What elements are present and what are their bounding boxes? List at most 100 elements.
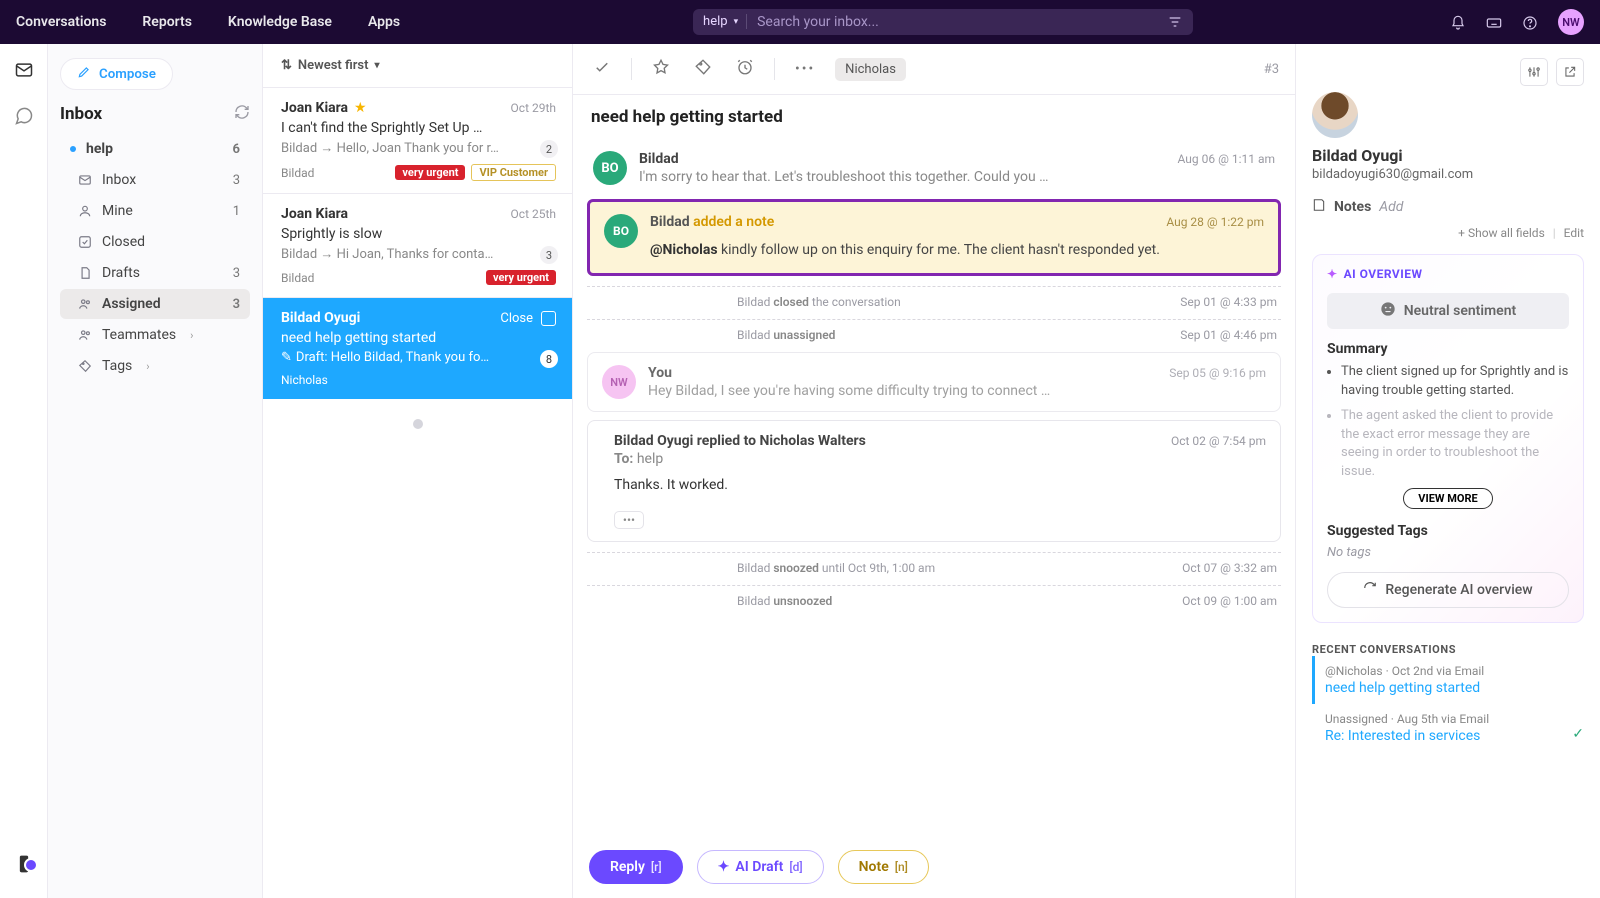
people-icon [78, 328, 92, 342]
conversation-item[interactable]: Joan Kiara Oct 25th Sprightly is slow Bi… [263, 193, 572, 297]
inbox-header: Inbox [60, 104, 102, 124]
recent-title: Re: Interested in services [1325, 728, 1582, 744]
person-icon [78, 204, 92, 218]
note-icon [1312, 198, 1326, 216]
event-timestamp: Sep 01 @ 4:33 pm [1180, 295, 1277, 309]
conv-preview: ✎Draft: Hello Bildad, Thank you fo… [281, 350, 556, 365]
conv-subject: Sprightly is slow [281, 226, 556, 242]
sentiment-badge: Neutral sentiment [1327, 293, 1569, 329]
mail-icon[interactable] [14, 60, 34, 84]
select-checkbox[interactable] [541, 311, 556, 326]
message-from: Bildad [639, 151, 679, 167]
message-card[interactable]: NW YouSep 05 @ 9:16 pm Hey Bildad, I see… [587, 352, 1281, 412]
note-body: @Nicholas kindly follow up on this enqui… [650, 240, 1264, 261]
ai-title: AI OVERVIEW [1344, 267, 1423, 281]
message-count-badge: 8 [540, 350, 558, 368]
keyboard-icon[interactable] [1486, 13, 1502, 32]
message-timestamp: Sep 05 @ 9:16 pm [1169, 366, 1266, 380]
expand-quoted-icon[interactable]: ••• [614, 511, 644, 529]
conv-name: Bildad Oyugi [281, 310, 360, 326]
conversation-list: ⇅ Newest first ▾ Joan Kiara★ Oct 29th I … [263, 44, 573, 898]
search-scope-dropdown[interactable]: help ▾ [703, 14, 747, 29]
suggested-tags-heading: Suggested Tags [1313, 523, 1583, 539]
conv-assignee: Nicholas [281, 373, 328, 387]
message-count-badge: 3 [540, 246, 558, 264]
folder-tags[interactable]: Tags› [60, 351, 250, 381]
conversation-item-selected[interactable]: Bildad Oyugi Close need help getting sta… [263, 297, 572, 399]
phone-icon[interactable] [14, 862, 34, 878]
folder-inbox[interactable]: Inbox 3 [60, 165, 250, 195]
folder-assigned[interactable]: Assigned 3 [60, 289, 250, 319]
mailbox-help[interactable]: help 6 [60, 134, 250, 164]
pencil-icon [77, 65, 91, 83]
message-from: You [648, 365, 672, 381]
note-button[interactable]: Note [n] [838, 850, 929, 884]
internal-note: BO Bildad added a note Aug 28 @ 1:22 pm … [587, 199, 1281, 276]
summary-bullet: The agent asked the client to provide th… [1341, 407, 1569, 482]
document-icon [78, 266, 92, 280]
folder-count: 3 [233, 266, 240, 281]
conv-assignee: Bildad [281, 271, 314, 285]
compose-button[interactable]: Compose [60, 58, 173, 90]
tag-icon [78, 359, 92, 373]
to-value: help [637, 451, 663, 467]
edit-link[interactable]: Edit [1564, 226, 1584, 240]
refresh-icon[interactable] [234, 104, 250, 124]
close-label[interactable]: Close [500, 311, 533, 326]
filter-icon[interactable] [1167, 14, 1183, 30]
nav-conversations[interactable]: Conversations [16, 14, 106, 30]
reply-bar: Reply [r] ✦AI Draft [d] Note [n] [573, 842, 1295, 898]
folder-mine[interactable]: Mine 1 [60, 196, 250, 226]
settings-icon[interactable] [1520, 58, 1548, 86]
user-avatar[interactable]: NW [1558, 9, 1584, 35]
bell-icon[interactable] [1450, 13, 1466, 32]
star-icon[interactable] [648, 54, 674, 84]
nav-knowledge-base[interactable]: Knowledge Base [228, 14, 332, 30]
ai-draft-button[interactable]: ✦AI Draft [d] [697, 850, 824, 884]
regenerate-button[interactable]: Regenerate AI overview [1327, 572, 1569, 608]
assignee-chip[interactable]: Nicholas [835, 58, 906, 81]
conv-preview: Bildad → Hi Joan, Thanks for conta… [281, 246, 556, 262]
folder-label: Closed [102, 234, 145, 250]
conv-subject: I can't find the Sprightly Set Up … [281, 120, 556, 136]
show-all-fields-link[interactable]: + Show all fields [1458, 226, 1545, 240]
nav-apps[interactable]: Apps [368, 14, 400, 30]
folder-label: Drafts [102, 265, 140, 281]
view-more-button[interactable]: VIEW MORE [1403, 488, 1492, 509]
avatar: BO [593, 151, 627, 185]
chat-icon[interactable] [14, 106, 34, 130]
message-preview: I'm sorry to hear that. Let's troublesho… [639, 169, 1275, 185]
recent-meta: @Nicholas · Oct 2nd via Email [1325, 664, 1582, 678]
conversation-item[interactable]: Joan Kiara★ Oct 29th I can't find the Sp… [263, 87, 572, 193]
tag-icon[interactable] [690, 54, 716, 84]
recent-conversation[interactable]: @Nicholas · Oct 2nd via Email need help … [1312, 656, 1584, 704]
snooze-icon[interactable] [732, 54, 758, 84]
help-icon[interactable] [1522, 13, 1538, 32]
draft-icon: ✎ [281, 350, 292, 365]
sort-dropdown[interactable]: ⇅ Newest first ▾ [263, 44, 572, 87]
avatar: NW [602, 365, 636, 399]
chevron-right-icon: › [190, 329, 193, 342]
sort-label: Newest first [298, 58, 369, 73]
message-collapsed[interactable]: BO BildadAug 06 @ 1:11 am I'm sorry to h… [587, 141, 1281, 195]
status-dot-icon [70, 146, 76, 152]
mention[interactable]: @Nicholas [650, 242, 718, 258]
compose-label: Compose [99, 67, 156, 82]
reply-button[interactable]: Reply [r] [589, 850, 683, 884]
folder-closed[interactable]: Closed [60, 227, 250, 257]
folder-drafts[interactable]: Drafts 3 [60, 258, 250, 288]
checkmark-icon[interactable] [589, 54, 615, 84]
avatar: BO [604, 214, 638, 248]
more-icon[interactable]: ••• [791, 57, 819, 81]
mailbox-label: help [86, 141, 113, 157]
folder-count: 3 [233, 297, 240, 312]
nav-reports[interactable]: Reports [142, 14, 192, 30]
search-input[interactable] [747, 14, 1159, 30]
folder-teammates[interactable]: Teammates› [60, 320, 250, 350]
summary-heading: Summary [1313, 341, 1583, 357]
recent-conversation[interactable]: Unassigned · Aug 5th via Email Re: Inter… [1312, 704, 1584, 752]
popout-icon[interactable] [1556, 58, 1584, 86]
notes-add-link[interactable]: Add [1379, 199, 1403, 215]
folder-label: Tags [102, 358, 132, 374]
customer-name: Bildad Oyugi [1312, 146, 1584, 165]
